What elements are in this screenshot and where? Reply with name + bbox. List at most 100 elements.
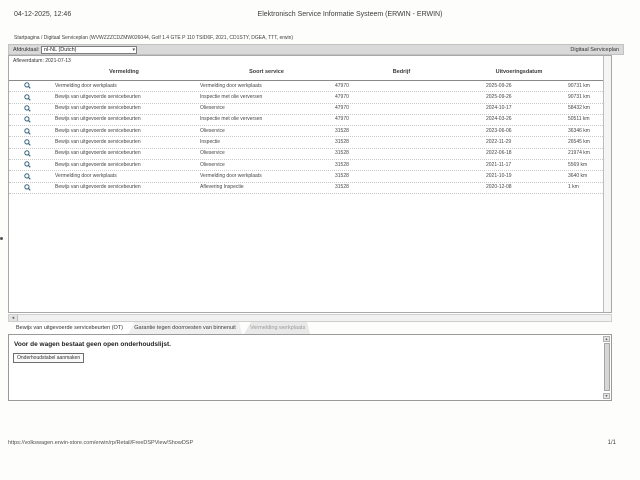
- tab-label: Vermelding werkplaats: [250, 325, 305, 331]
- panel-vertical-scrollbar[interactable]: ▲ ▼: [603, 336, 610, 399]
- table-row[interactable]: Bewijs van uitgevoerde servicebeurten In…: [9, 92, 605, 103]
- print-language-value: nl-NL (Dutch): [44, 47, 77, 53]
- row-kilometerstand: 58432 km: [568, 105, 590, 112]
- row-kilometerstand: 90731 km: [568, 94, 590, 101]
- magnifier-icon[interactable]: [24, 184, 31, 194]
- row-uitvoeringsdatum: 2024-10-17: [486, 105, 512, 112]
- row-kilometerstand: 21974 km: [568, 150, 590, 157]
- column-header-uitvoeringsdatum: Uitvoeringsdatum: [459, 69, 579, 75]
- scan-artifact-speck: [0, 237, 3, 240]
- row-soort-service: Vermelding door werkplaats: [200, 83, 262, 90]
- row-vermelding: Bewijs van uitgevoerde servicebeurten: [55, 105, 141, 112]
- column-header-bedrijf: Bedrijf: [344, 69, 459, 75]
- row-uitvoeringsdatum: 2025-09-26: [486, 83, 512, 90]
- row-kilometerstand: 3640 km: [568, 173, 587, 180]
- row-soort-service: Inspectie met olie verversen: [200, 94, 262, 101]
- row-soort-service: Olieservice: [200, 150, 225, 157]
- scroll-down-icon[interactable]: ▼: [603, 393, 610, 399]
- magnifier-icon[interactable]: [24, 150, 31, 160]
- footer-url: https://volkswagen.erwin-store.com/erwin…: [8, 440, 193, 446]
- row-kilometerstand: 90731 km: [568, 83, 590, 90]
- row-vermelding: Bewijs van uitgevoerde servicebeurten: [55, 150, 141, 157]
- column-header-vermelding: Vermelding: [69, 69, 179, 75]
- row-kilometerstand: 50511 km: [568, 116, 590, 123]
- row-soort-service: Inspectie met olie verversen: [200, 116, 262, 123]
- table-row[interactable]: Bewijs van uitgevoerde servicebeurten Af…: [9, 183, 605, 194]
- magnifier-icon[interactable]: [24, 82, 31, 92]
- row-bedrijf: 47970: [335, 94, 349, 101]
- row-bedrijf: 31528: [335, 150, 349, 157]
- row-kilometerstand: 36346 km: [568, 128, 590, 135]
- create-maintenance-table-button[interactable]: Onderhoudstabel aanmaken: [13, 353, 84, 363]
- table-row[interactable]: Bewijs van uitgevoerde servicebeurten In…: [9, 137, 605, 148]
- row-uitvoeringsdatum: 2021-10-19: [486, 173, 512, 180]
- magnifier-icon[interactable]: [24, 139, 31, 149]
- row-bedrijf: 31528: [335, 184, 349, 191]
- row-vermelding: Bewijs van uitgevoerde servicebeurten: [55, 116, 141, 123]
- row-soort-service: Inspectie: [200, 139, 220, 146]
- scrollbar-thumb[interactable]: [604, 343, 610, 391]
- tab-bewijs-servicebeurten[interactable]: Bewijs van uitgevoerde servicebeurten (O…: [10, 322, 126, 334]
- row-kilometerstand: 26545 km: [568, 139, 590, 146]
- chevron-down-icon: ▾: [132, 47, 135, 53]
- row-bedrijf: 47970: [335, 105, 349, 112]
- service-table-body: Vermelding door werkplaats Vermelding do…: [9, 81, 605, 194]
- delivery-date-value: 2021-07-13: [45, 58, 71, 64]
- delivery-date-label: Afleverdatum:: [13, 58, 44, 64]
- row-vermelding: Bewijs van uitgevoerde servicebeurten: [55, 139, 141, 146]
- row-uitvoeringsdatum: 2022-06-18: [486, 150, 512, 157]
- row-uitvoeringsdatum: 2021-11-17: [486, 162, 511, 169]
- table-row[interactable]: Bewijs van uitgevoerde servicebeurten Ol…: [9, 160, 605, 171]
- print-datetime: 04-12-2025, 12:46: [14, 11, 71, 18]
- scroll-up-icon[interactable]: ▲: [603, 336, 610, 342]
- horizontal-scrollbar[interactable]: ◄: [8, 314, 612, 322]
- row-uitvoeringsdatum: 2020-12-08: [486, 184, 512, 191]
- row-bedrijf: 31528: [335, 139, 349, 146]
- row-uitvoeringsdatum: 2025-09-26: [486, 94, 512, 101]
- table-row[interactable]: Bewijs van uitgevoerde servicebeurten Ol…: [9, 126, 605, 137]
- tab-label: Garantie tegen doorroesten van binnenuit: [134, 325, 236, 331]
- magnifier-icon[interactable]: [24, 173, 31, 183]
- page-number: 1/1: [608, 440, 616, 446]
- row-soort-service: Aflevering Inspectie: [200, 184, 244, 191]
- column-header-kilometerstand: Kilometerstand: [614, 68, 627, 77]
- magnifier-icon[interactable]: [24, 161, 31, 171]
- row-soort-service: Vermelding door werkplaats: [200, 173, 262, 180]
- magnifier-icon[interactable]: [24, 116, 31, 126]
- table-row[interactable]: Bewijs van uitgevoerde servicebeurten Ol…: [9, 104, 605, 115]
- magnifier-icon[interactable]: [24, 105, 31, 115]
- row-vermelding: Vermelding door werkplaats: [55, 173, 117, 180]
- table-row[interactable]: Bewijs van uitgevoerde servicebeurten In…: [9, 115, 605, 126]
- row-vermelding: Vermelding door werkplaats: [55, 83, 117, 90]
- row-bedrijf: 31528: [335, 162, 349, 169]
- row-vermelding: Bewijs van uitgevoerde servicebeurten: [55, 184, 141, 191]
- maintenance-panel: Voor de wagen bestaat geen open onderhou…: [8, 334, 612, 401]
- tab-garantie-doorroesten[interactable]: Garantie tegen doorroesten van binnenuit: [128, 322, 242, 334]
- row-bedrijf: 47970: [335, 83, 349, 90]
- breadcrumb[interactable]: Startpagina / Digitaal Serviceplan (WVWZ…: [14, 35, 293, 41]
- column-header-soort-service: Soort service: [204, 69, 329, 75]
- magnifier-icon[interactable]: [24, 94, 31, 104]
- no-open-maintenance-message: Voor de wagen bestaat geen open onderhou…: [14, 341, 171, 348]
- row-kilometerstand: 1 km: [568, 184, 579, 191]
- service-plan-frame: Afleverdatum: 2021-07-13 Vermelding Soor…: [8, 55, 612, 313]
- table-row[interactable]: Vermelding door werkplaats Vermelding do…: [9, 81, 605, 92]
- table-header-row: Vermelding Soort service Bedrijf Uitvoer…: [9, 65, 605, 81]
- row-soort-service: Olieservice: [200, 162, 225, 169]
- table-row[interactable]: Vermelding door werkplaats Vermelding do…: [9, 171, 605, 182]
- table-row[interactable]: Bewijs van uitgevoerde servicebeurten Ol…: [9, 149, 605, 160]
- row-vermelding: Bewijs van uitgevoerde servicebeurten: [55, 94, 141, 101]
- print-language-select[interactable]: nl-NL (Dutch) ▾: [41, 46, 137, 54]
- table-vertical-scrollbar[interactable]: [603, 56, 611, 312]
- row-soort-service: Olieservice: [200, 105, 225, 112]
- row-uitvoeringsdatum: 2023-06-06: [486, 128, 512, 135]
- row-bedrijf: 47970: [335, 116, 349, 123]
- section-title: Digitaal Serviceplan: [570, 47, 619, 53]
- tab-vermelding-werkplaats[interactable]: Vermelding werkplaats: [244, 322, 310, 334]
- scroll-left-icon[interactable]: ◄: [9, 315, 18, 321]
- print-language-label: Afdruktaal:: [13, 47, 39, 53]
- magnifier-icon[interactable]: [24, 128, 31, 138]
- row-vermelding: Bewijs van uitgevoerde servicebeurten: [55, 128, 141, 135]
- row-bedrijf: 31528: [335, 128, 349, 135]
- row-uitvoeringsdatum: 2024-03-26: [486, 116, 512, 123]
